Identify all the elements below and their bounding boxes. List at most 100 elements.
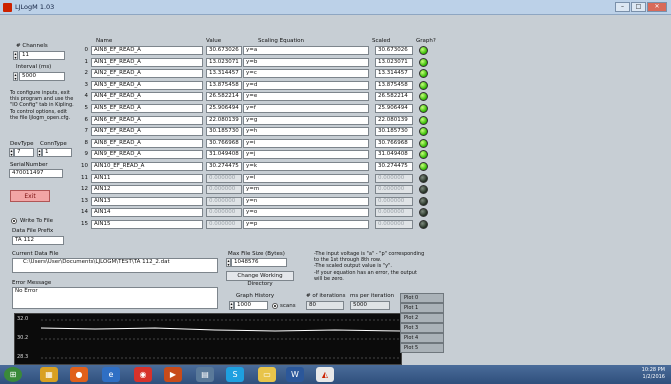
channel-name-field[interactable]: AIN4_EF_READ_A bbox=[91, 92, 203, 101]
graph-toggle-led[interactable] bbox=[419, 220, 428, 229]
window-controls: – □ ✕ bbox=[615, 2, 667, 12]
channel-name-field[interactable]: AIN8_EF_READ_A bbox=[91, 139, 203, 148]
interval-label: Interval (ms) bbox=[16, 64, 52, 70]
graph-toggle-led[interactable] bbox=[419, 150, 428, 159]
exit-button[interactable]: Exit bbox=[10, 190, 50, 202]
channel-name-field[interactable]: AIN10_EF_READ_A bbox=[91, 162, 203, 171]
scans-radio[interactable] bbox=[272, 303, 278, 309]
scaling-equation-field[interactable]: y=a bbox=[243, 46, 369, 55]
channels-input[interactable]: 11 bbox=[19, 51, 65, 60]
channel-name-field[interactable]: AIN7_EF_READ_A bbox=[91, 127, 203, 136]
devtype-input[interactable]: 7 bbox=[14, 148, 34, 157]
skype-icon[interactable]: S bbox=[226, 367, 244, 382]
channels-spinner[interactable]: ▴ ▾ bbox=[13, 51, 18, 60]
max-file-input[interactable]: 1048576 bbox=[231, 258, 287, 267]
graph-toggle-led[interactable] bbox=[419, 81, 428, 90]
scaling-equation-field[interactable]: y=g bbox=[243, 116, 369, 125]
channel-name-field[interactable]: AIN6_EF_READ_A bbox=[91, 116, 203, 125]
channel-name-field[interactable]: AIN15 bbox=[91, 220, 203, 229]
scaling-equation-field[interactable]: y=e bbox=[243, 92, 369, 101]
word-icon[interactable]: W bbox=[286, 367, 304, 382]
error-display: No Error bbox=[12, 287, 218, 309]
row-number: 9 bbox=[84, 151, 89, 157]
scaling-equation-field[interactable]: y=f bbox=[243, 104, 369, 113]
history-graph[interactable]: 32.0 30.2 28.3 bbox=[14, 313, 402, 365]
scaled-value-field: 22.080139 bbox=[375, 116, 413, 125]
channel-name-field[interactable]: AIN5_EF_READ_A bbox=[91, 104, 203, 113]
graph-toggle-led[interactable] bbox=[419, 58, 428, 67]
maximize-button[interactable]: □ bbox=[631, 2, 646, 12]
clock[interactable]: 10:28 PM 1/2/2016 bbox=[642, 367, 665, 381]
close-button[interactable]: ✕ bbox=[647, 2, 667, 12]
row-number: 13 bbox=[81, 198, 88, 204]
plot-legend-item[interactable]: Plot 1 bbox=[400, 303, 444, 313]
scaling-equation-field[interactable]: y=p bbox=[243, 220, 369, 229]
explorer-icon[interactable]: ▦ bbox=[40, 367, 58, 382]
chrome-icon[interactable]: ◉ bbox=[134, 367, 152, 382]
app-icon-6[interactable]: ▤ bbox=[196, 367, 214, 382]
ie-icon[interactable]: e bbox=[102, 367, 120, 382]
window-title: LJLogM 1.03 bbox=[15, 3, 55, 11]
scaling-equation-field[interactable]: y=o bbox=[243, 208, 369, 217]
channel-name-field[interactable]: AIN2_EF_READ_A bbox=[91, 69, 203, 78]
row-number: 4 bbox=[84, 93, 89, 99]
plot-legend-item[interactable]: Plot 0 bbox=[400, 293, 444, 303]
scaled-value-field: 0.000000 bbox=[375, 174, 413, 183]
channel-name-field[interactable]: AIN1_EF_READ_A bbox=[91, 58, 203, 67]
graph-toggle-led[interactable] bbox=[419, 162, 428, 171]
channel-name-field[interactable]: AIN14 bbox=[91, 208, 203, 217]
iterations-display: 80 bbox=[306, 301, 344, 310]
scaled-value-field: 30.766968 bbox=[375, 139, 413, 148]
channel-value-field: 30.274475 bbox=[206, 162, 242, 171]
scaling-equation-field[interactable]: y=j bbox=[243, 150, 369, 159]
graph-toggle-led[interactable] bbox=[419, 174, 428, 183]
serial-input[interactable]: 470011497 bbox=[9, 169, 63, 178]
graph-toggle-led[interactable] bbox=[419, 46, 428, 55]
media-icon[interactable]: ▶ bbox=[164, 367, 182, 382]
channel-name-field[interactable]: AIN12 bbox=[91, 185, 203, 194]
scaling-equation-field[interactable]: y=d bbox=[243, 81, 369, 90]
channel-value-field: 30.673026 bbox=[206, 46, 242, 55]
plot-legend-item[interactable]: Plot 5 bbox=[400, 343, 444, 353]
channel-value-field: 13.023071 bbox=[206, 58, 242, 67]
channel-name-field[interactable]: AIN9_EF_READ_A bbox=[91, 150, 203, 159]
channel-name-field[interactable]: AIN3_EF_READ_A bbox=[91, 81, 203, 90]
change-directory-button[interactable]: Change Working Directory bbox=[226, 271, 294, 287]
channel-name-field[interactable]: AIN11 bbox=[91, 174, 203, 183]
graph-toggle-led[interactable] bbox=[419, 208, 428, 217]
graph-toggle-led[interactable] bbox=[419, 92, 428, 101]
scaling-equation-field[interactable]: y=n bbox=[243, 197, 369, 206]
channel-name-field[interactable]: AIN8_EF_READ_A bbox=[91, 46, 203, 55]
data-prefix-input[interactable]: TA 112 bbox=[12, 236, 64, 245]
folder-icon[interactable]: ▭ bbox=[258, 367, 276, 382]
graph-toggle-led[interactable] bbox=[419, 139, 428, 148]
firefox-icon[interactable]: ● bbox=[70, 367, 88, 382]
conntype-input[interactable]: 1 bbox=[42, 148, 72, 157]
graph-toggle-led[interactable] bbox=[419, 69, 428, 78]
channel-name-field[interactable]: AIN13 bbox=[91, 197, 203, 206]
graph-toggle-led[interactable] bbox=[419, 116, 428, 125]
interval-input[interactable]: 5000 bbox=[19, 72, 65, 81]
scaling-equation-field[interactable]: y=h bbox=[243, 127, 369, 136]
scaled-value-field: 13.314457 bbox=[375, 69, 413, 78]
scaling-equation-field[interactable]: y=k bbox=[243, 162, 369, 171]
labjack-icon[interactable]: ◭ bbox=[316, 367, 334, 382]
scaling-equation-field[interactable]: y=b bbox=[243, 58, 369, 67]
plot-legend-item[interactable]: Plot 3 bbox=[400, 323, 444, 333]
write-to-file-radio[interactable] bbox=[11, 218, 17, 224]
minimize-button[interactable]: – bbox=[615, 2, 630, 12]
scaling-equation-field[interactable]: y=i bbox=[243, 139, 369, 148]
graph-toggle-led[interactable] bbox=[419, 185, 428, 194]
scaling-equation-field[interactable]: y=l bbox=[243, 174, 369, 183]
graph-toggle-led[interactable] bbox=[419, 127, 428, 136]
plot-legend-item[interactable]: Plot 4 bbox=[400, 333, 444, 343]
plot-legend-item[interactable]: Plot 2 bbox=[400, 313, 444, 323]
interval-spinner[interactable]: ▴ ▾ bbox=[13, 72, 18, 81]
graph-toggle-led[interactable] bbox=[419, 104, 428, 113]
graph-history-input[interactable]: 1000 bbox=[234, 301, 268, 310]
graph-toggle-led[interactable] bbox=[419, 197, 428, 206]
config-instructions: To configure inputs, exit this program a… bbox=[10, 90, 74, 121]
start-button[interactable]: ⊞ bbox=[4, 367, 22, 382]
scaling-equation-field[interactable]: y=m bbox=[243, 185, 369, 194]
scaling-equation-field[interactable]: y=c bbox=[243, 69, 369, 78]
